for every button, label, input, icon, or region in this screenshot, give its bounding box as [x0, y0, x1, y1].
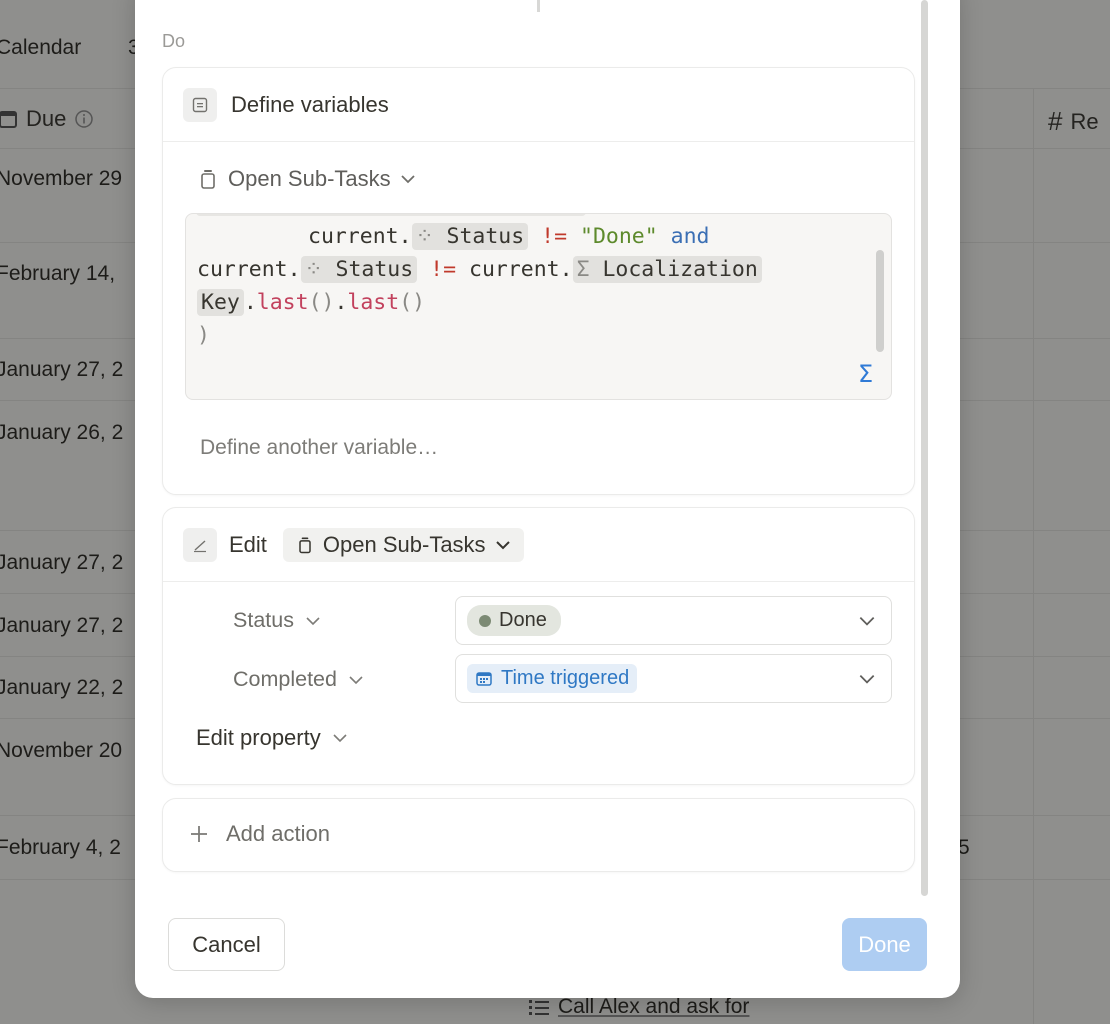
edit-target-dropdown[interactable]: Open Sub-Tasks	[282, 527, 524, 562]
cancel-button[interactable]: Cancel	[168, 918, 285, 971]
table-row[interactable]: January 22, 2	[0, 676, 123, 700]
edit-action-header: Edit Open Sub-Tasks	[163, 508, 914, 582]
trash-can-icon	[201, 170, 215, 189]
chevron-down-icon	[401, 175, 415, 184]
localization-key-chip: Σ Localization	[572, 256, 762, 283]
table-row[interactable]: January 27, 2	[0, 551, 123, 575]
define-variables-header[interactable]: Define variables	[163, 68, 914, 142]
sigma-icon[interactable]: Σ	[858, 360, 873, 388]
status-badge: Done	[467, 605, 561, 636]
trash-can-icon	[299, 537, 311, 553]
key-chip-continuation: Key	[197, 289, 244, 316]
define-another-variable[interactable]: Define another variable…	[200, 436, 438, 460]
modal-scrollbar[interactable]	[921, 0, 928, 896]
table-row[interactable]: January 26, 2	[0, 421, 123, 445]
chevron-down-icon	[306, 616, 320, 625]
chevron-down-icon	[349, 675, 363, 684]
chevron-down-icon	[859, 675, 875, 684]
task-title[interactable]: Call Alex and ask for	[528, 995, 749, 1019]
task-title-text: Call Alex and ask for	[558, 995, 750, 1018]
table-row[interactable]: February 14,	[0, 262, 115, 286]
chevron-down-icon	[333, 734, 347, 743]
column-divider	[1033, 88, 1034, 1024]
variable-name-dropdown[interactable]: Open Sub-Tasks	[196, 166, 417, 192]
variable-name: Open Sub-Tasks	[228, 166, 391, 191]
plus-icon	[191, 826, 207, 842]
status-property-label[interactable]: Status	[233, 608, 322, 633]
status-value: Done	[499, 609, 547, 631]
code-scrollbar[interactable]	[876, 250, 884, 352]
code-line-4: )	[197, 323, 210, 348]
info-icon	[75, 110, 94, 128]
checklist-icon	[529, 1000, 549, 1015]
table-row[interactable]: February 4, 2	[0, 836, 121, 860]
code-line-2: current. ⁘ Status != current. Σ Localizati…	[197, 253, 762, 286]
done-button[interactable]: Done	[842, 918, 927, 971]
code-line-1: current. ⁘ Status != "Done" and	[308, 223, 710, 250]
chevron-down-icon	[859, 617, 875, 626]
scrolled-content-edge	[196, 214, 586, 216]
section-label-do: Do	[162, 31, 186, 51]
edit-property-dropdown[interactable]: Edit property	[196, 725, 349, 751]
calendar-icon	[476, 671, 492, 686]
due-column-header[interactable]: Due	[0, 106, 94, 132]
hash-icon: #	[1048, 106, 1063, 136]
edit-property-label: Edit property	[196, 725, 321, 750]
add-action-label: Add action	[226, 821, 330, 846]
due-label: Due	[26, 106, 67, 131]
define-variables-title: Define variables	[231, 91, 389, 117]
status-property-chip: ⁘ Status	[411, 223, 529, 250]
time-triggered-badge: Time triggered	[467, 664, 638, 693]
status-dot-icon	[479, 614, 491, 627]
completed-label-text: Completed	[233, 667, 337, 691]
table-row[interactable]: November 20	[0, 739, 122, 763]
completed-value-select[interactable]: Time triggered	[455, 654, 892, 703]
table-row[interactable]: November 29	[0, 167, 122, 191]
completed-property-label[interactable]: Completed	[233, 667, 365, 692]
status-label-text: Status	[233, 608, 294, 632]
code-line-3: Key .last().last()	[197, 286, 425, 319]
status-value-select[interactable]: Done	[455, 596, 892, 645]
table-row[interactable]: January 27, 2	[0, 358, 123, 382]
calendar-icon	[0, 111, 17, 128]
add-action-button[interactable]: Add action	[188, 821, 330, 847]
connector-line	[537, 0, 540, 12]
edit-target-label: Open Sub-Tasks	[322, 531, 486, 557]
calendar-tab[interactable]: Calendar	[0, 36, 81, 60]
number-column-header[interactable]: # Re	[1048, 106, 1099, 137]
edit-label: Edit	[229, 531, 267, 557]
variables-icon	[183, 87, 217, 122]
status-property-chip: ⁘ Status	[300, 256, 418, 283]
formula-editor[interactable]: current. ⁘ Status != "Done" and current. ⁘…	[185, 213, 892, 400]
re-label: Re	[1070, 108, 1099, 134]
completed-value: Time triggered	[501, 667, 630, 689]
pencil-icon	[183, 527, 217, 562]
table-row[interactable]: January 27, 2	[0, 614, 123, 638]
chevron-down-icon	[495, 540, 510, 549]
